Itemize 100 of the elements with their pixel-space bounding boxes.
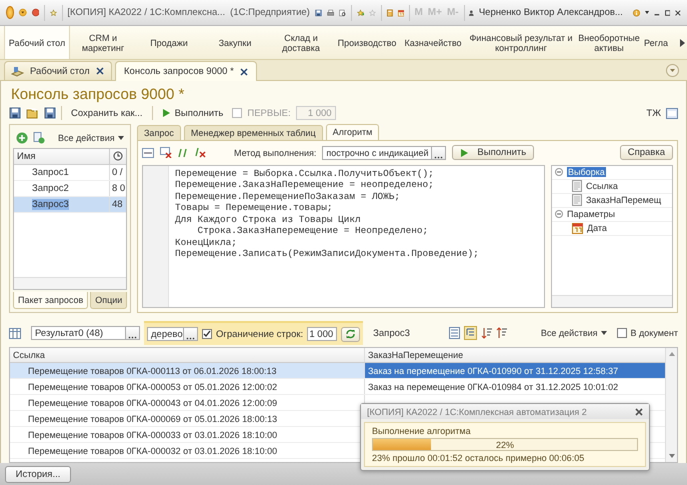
table-cell-text: Заказ на перемещение 0ГКА-010984 от 31.12.2025 10:01:02 <box>367 380 620 394</box>
select-button[interactable] <box>432 146 446 160</box>
uncomment-icon[interactable] <box>194 147 206 158</box>
unformat-icon[interactable] <box>160 147 172 158</box>
table-cell-text: 0 / <box>111 166 124 180</box>
tree-label[interactable]: Выборка <box>567 167 606 178</box>
field-label: Метод выполнения: <box>234 148 316 158</box>
calculator-icon[interactable] <box>386 6 393 18</box>
refresh-button[interactable] <box>341 326 360 342</box>
editor-tab[interactable]: Менеджер временных таблиц <box>184 124 323 140</box>
tree-label[interactable]: Параметры <box>567 209 615 220</box>
checkbox-label: В документ <box>630 328 678 338</box>
code-line: Строка.ЗаказНаперемещение = Неопределено; <box>196 225 430 237</box>
editor-tab[interactable]: Запрос <box>137 124 181 140</box>
editor-tab[interactable]: Алгоритм <box>326 124 380 140</box>
code-line: КонецЦикла; <box>175 236 238 248</box>
tree-label[interactable]: Дата <box>587 223 607 234</box>
table-row[interactable]: Перемещение товаров 0ГКА-000053 от 05.01.2026 12:00:02 Заказ на перемещение 0ГКА-010984 от 31.12.2025 10:01:02 <box>10 379 665 396</box>
maximize-icon[interactable] <box>664 8 670 18</box>
column-header: Ссылка <box>10 348 365 362</box>
history-button[interactable]: История... <box>5 466 71 482</box>
method-field[interactable]: построчно с индикацией <box>322 146 432 160</box>
sort-ascending-icon[interactable] <box>496 327 507 340</box>
code-line: Перемещение.ПеремещениеПоЗаказам = ЛОЖЬ; <box>175 190 402 202</box>
caret-icon[interactable] <box>644 10 649 15</box>
table-cell: Заказ на перемещение 0ГКА-010990 от 31.12.2025 12:58:37 <box>365 363 665 378</box>
tree-label[interactable]: Ссылка <box>586 181 618 192</box>
scroll-up-icon[interactable] <box>668 352 674 356</box>
table-cell: Перемещение товаров 0ГКА-000053 от 05.01.2026 12:00:02 <box>10 379 365 394</box>
checkbox[interactable] <box>202 329 212 340</box>
help-button[interactable]: Справка <box>620 145 673 160</box>
play-icon <box>460 148 470 158</box>
menu-caret-icon[interactable] <box>19 6 27 19</box>
save-icon[interactable] <box>9 107 21 120</box>
all-actions-menu[interactable]: Все действия <box>58 132 124 143</box>
collapse-icon[interactable] <box>555 168 563 176</box>
refresh-icon <box>345 329 356 340</box>
column-header: Имя <box>14 148 110 164</box>
tree-view-icon[interactable] <box>464 326 477 340</box>
vertical-scrollbar[interactable] <box>665 348 677 462</box>
tj-button[interactable]: ТЖ <box>646 108 661 119</box>
panel-tab[interactable]: Опции <box>90 292 128 310</box>
select-button[interactable] <box>126 326 140 340</box>
logo-icon[interactable] <box>6 6 14 19</box>
tree-item[interactable]: Выборка <box>552 166 672 180</box>
section-tab[interactable]: Закупки <box>202 26 268 59</box>
section-tab[interactable]: Регла <box>642 26 668 59</box>
sort-descending-icon[interactable] <box>480 327 492 340</box>
section-tab[interactable]: Склад и доставка <box>268 26 334 59</box>
add-icon[interactable] <box>16 132 28 144</box>
query-name: Запрос3 <box>32 198 69 210</box>
query-name: Запрос2 <box>32 182 69 194</box>
caret-icon <box>600 331 607 336</box>
window-icon[interactable] <box>666 108 678 119</box>
desktop-icon <box>11 66 24 76</box>
run-button[interactable]: Выполнить <box>452 145 534 160</box>
code-editor[interactable] <box>142 164 545 308</box>
section-tab[interactable]: Производство <box>334 26 400 59</box>
section-tab[interactable]: Казначейство <box>400 26 466 59</box>
section-tab[interactable]: Рабочий стол <box>4 26 70 59</box>
horizontal-scrollbar[interactable] <box>552 295 672 308</box>
open-folder-icon[interactable] <box>26 107 39 120</box>
list-row[interactable]: Запрос1 0 / <box>14 164 126 181</box>
section-tab[interactable]: Продажи <box>136 26 202 59</box>
checkbox[interactable] <box>616 328 627 338</box>
all-actions-menu[interactable]: Все действия <box>540 328 607 338</box>
document-tab[interactable]: Рабочий стол <box>4 61 112 80</box>
comment-icon[interactable] <box>178 148 188 158</box>
info-icon[interactable] <box>632 6 640 18</box>
dots-icon <box>128 336 137 340</box>
form-title: Консоль запросов 9000 * <box>10 85 186 105</box>
dropdown-icon[interactable] <box>666 64 679 76</box>
table-row[interactable]: Перемещение товаров 0ГКА-000113 от 06.01.2026 18:00:13 Заказ на перемещение 0ГКА-010990 от 31.12.2025 12:58:37 <box>10 363 665 380</box>
tree-item[interactable]: Параметры <box>552 208 672 222</box>
save-icon[interactable] <box>44 107 56 120</box>
list-view-icon[interactable] <box>448 327 460 340</box>
user-name[interactable]: Черненко Виктор Александров... <box>478 7 623 18</box>
panel-tab[interactable]: Пакет запросов <box>13 292 88 310</box>
scroll-down-icon[interactable] <box>668 454 674 458</box>
add-document-icon[interactable] <box>33 132 45 144</box>
code-line: Перемещение.ЗаказНаПеремещение = неопределено; <box>175 179 435 191</box>
scroll-right-icon[interactable] <box>680 38 685 46</box>
horizontal-scrollbar[interactable] <box>14 277 126 290</box>
tree-label[interactable]: ЗаказНаПеремещ <box>586 195 662 206</box>
section-tab[interactable]: Финансовый результат и контроллинг <box>466 26 576 59</box>
result-field[interactable]: Результат0 (48) <box>31 326 126 340</box>
section-tab[interactable]: CRM и маркетинг <box>70 26 136 59</box>
collapse-icon[interactable] <box>555 210 563 218</box>
format-icon[interactable] <box>142 148 154 158</box>
run-button[interactable]: Выполнить <box>158 105 228 122</box>
section-tab[interactable]: Внеоборотные активы <box>576 26 642 59</box>
column-header: ЗаказНаПеремещение <box>367 349 464 362</box>
checkbox-label: Ограничение строк: <box>216 328 304 340</box>
view-field[interactable]: дерево <box>147 327 184 342</box>
user-icon <box>469 8 474 18</box>
table-cell: 48 <box>110 196 126 212</box>
document-tab[interactable]: Консоль запросов 9000 * <box>115 61 257 81</box>
limit-field[interactable]: 1 000 <box>307 327 338 342</box>
dots-icon <box>186 337 195 340</box>
save-as-button[interactable]: Сохранить как... <box>67 105 147 122</box>
